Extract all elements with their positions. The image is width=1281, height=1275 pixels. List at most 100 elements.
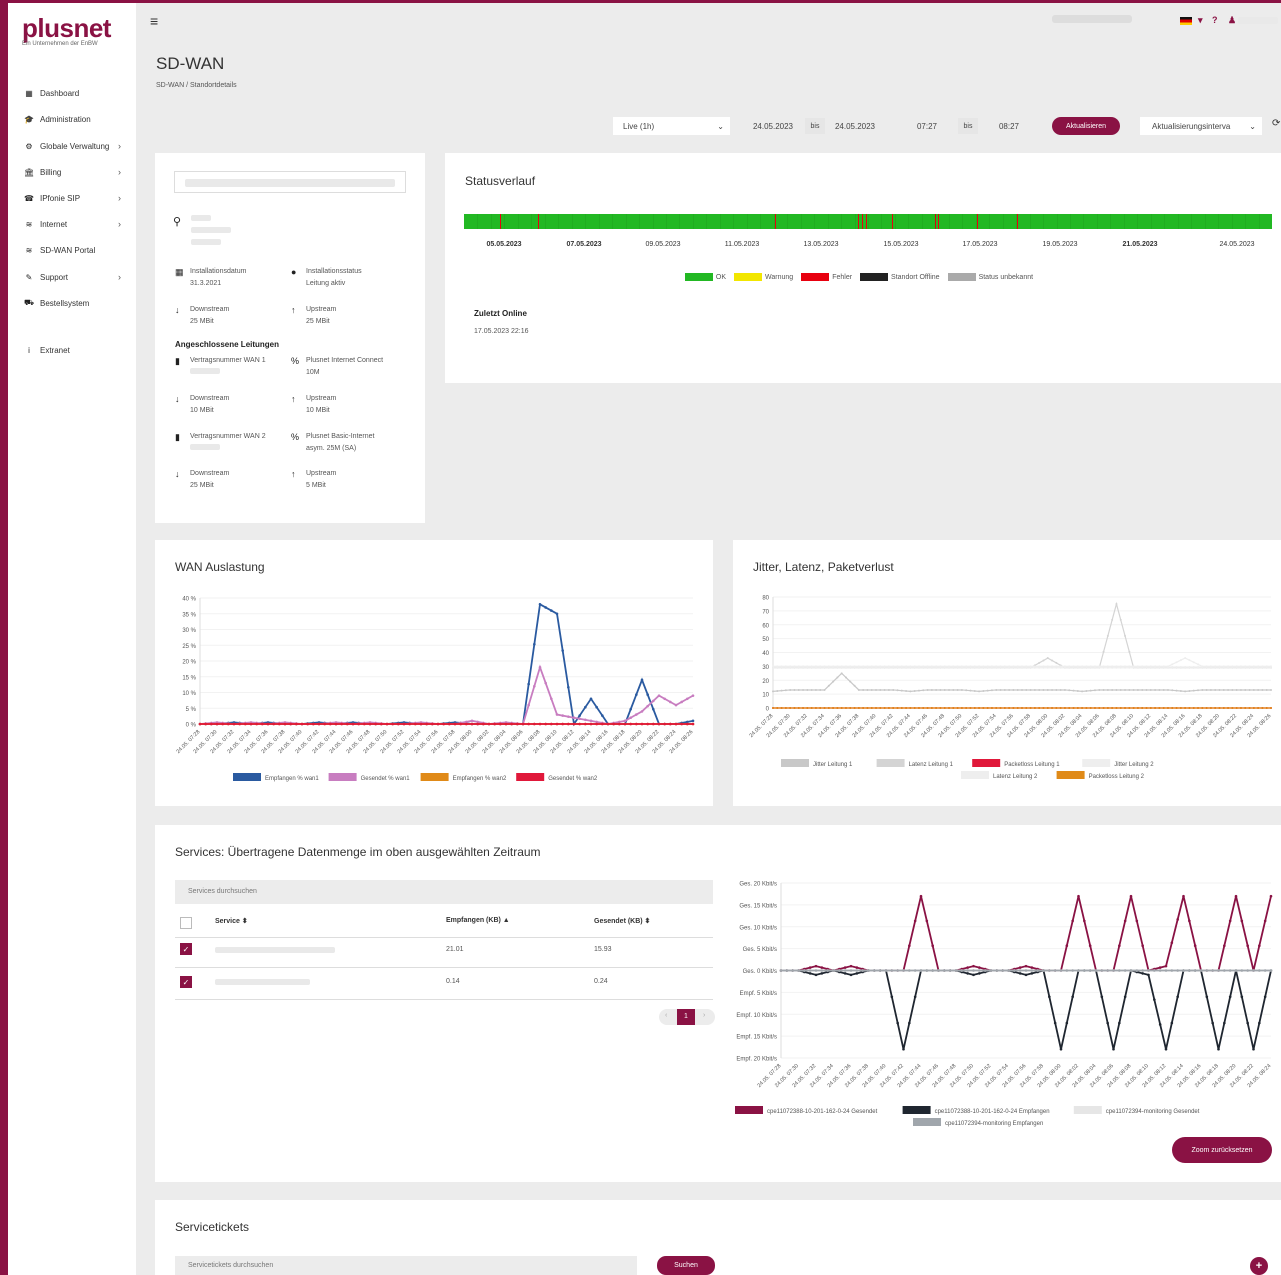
status-error-mark[interactable] [938,214,940,229]
data-point [1029,688,1032,691]
status-legend-item[interactable]: Standort Offline [860,273,940,281]
next-page-button[interactable]: › [703,1012,705,1019]
plusnet-logo[interactable]: plusnet [22,13,111,44]
data-point [1270,707,1272,709]
wan-usage-chart[interactable]: 40 %35 %30 %25 %20 %15 %10 %5 %0 %24.05.… [155,540,713,806]
status-error-mark[interactable] [892,214,894,229]
prev-page-button[interactable]: ‹ [665,1012,667,1019]
user-icon[interactable]: ♟ [1228,15,1236,26]
data-point [1059,688,1062,691]
column-sent[interactable]: Gesendet (KB) ⬍ [594,917,650,925]
row-checkbox[interactable]: ✓ [180,943,192,955]
column-service[interactable]: Service ⬍ [215,917,248,925]
sidebar-item-ipfonie-sip[interactable]: ☎ IPfonie SIP › [8,188,136,208]
y-tick-label: Ges. 10 Kbit/s [739,925,777,931]
sidebar-item-globale-verwaltung[interactable]: ⚙ Globale Verwaltung › [8,136,136,156]
sidebar-item-billing[interactable]: 🏛 Billing › [8,162,136,182]
status-error-mark[interactable] [775,214,777,229]
status-error-mark[interactable] [865,214,867,229]
status-error-mark[interactable] [977,214,979,229]
time-from-input[interactable]: 07:27 [898,117,956,135]
data-point [646,693,649,696]
data-point [1016,707,1019,709]
data-point [1244,707,1247,709]
data-point [1162,707,1165,709]
data-point [232,722,236,726]
status-legend-item[interactable]: Warnung [734,273,793,281]
tickets-search-input[interactable]: Servicetickets durchsuchen [175,1256,637,1275]
date-to-input[interactable]: 24.05.2023 [826,117,884,135]
data-point [1025,665,1028,668]
data-point [1088,944,1092,948]
data-point [1072,707,1075,709]
data-point [1123,995,1127,999]
sidebar-item-bestellsystem[interactable]: ⛟ Bestellsystem [8,293,136,313]
data-point [943,707,946,709]
select-all-checkbox[interactable] [180,917,192,929]
status-error-mark[interactable] [500,214,502,229]
data-point [1176,918,1179,921]
date-from-input[interactable]: 24.05.2023 [742,117,804,135]
series-line-gesendet-wan1 [199,664,694,725]
row-checkbox[interactable]: ✓ [180,976,192,988]
data-point [1094,969,1098,972]
sidebar-item-dashboard[interactable]: ▦ Dashboard [8,83,136,103]
chevron-down-icon[interactable]: ▾ [1198,15,1203,26]
sidebar-item-support[interactable]: ✎ Support › [8,267,136,287]
sidebar-item-administration[interactable]: 🎓 Administration [8,109,136,129]
refresh-interval-select[interactable]: Aktualisierungsinterva ⌄ [1140,117,1262,135]
status-segment-divider [598,214,600,229]
status-legend-item[interactable]: OK [684,273,726,281]
interval-value: Aktualisierungsinterva [1152,121,1231,131]
help-icon[interactable]: ? [1212,15,1218,25]
data-point [986,689,989,692]
refresh-icon[interactable]: ⟳ [1272,118,1280,129]
data-point [555,722,559,726]
data-point [857,688,860,691]
status-error-mark[interactable] [861,214,863,229]
status-history-card: Statusverlauf 05.05.2023 07.05.2023 09.05.… [445,153,1281,383]
status-error-mark[interactable] [858,214,860,229]
data-point [1115,665,1118,668]
menu-toggle-icon[interactable]: ≡ [150,13,158,29]
page-1-button[interactable]: 1 [677,1009,695,1025]
tickets-search-button[interactable]: Suchen [657,1256,715,1275]
data-point [1059,1047,1063,1051]
add-ticket-button[interactable]: + [1250,1257,1268,1275]
site-name-field[interactable] [174,171,406,193]
sidebar-item-extranet[interactable]: i Extranet [8,340,136,360]
range-select[interactable]: Live (1h) ⌄ [613,117,730,135]
data-point [691,694,695,697]
data-point [1042,707,1045,709]
data-point [1239,707,1242,709]
data-point [1076,690,1079,693]
status-error-mark[interactable] [538,214,540,229]
jitter-chart[interactable]: 8070605040302010024.05. 07:2824.05. 07:3… [733,540,1281,806]
data-point [780,707,783,709]
breadcrumb[interactable]: SD-WAN / Standortdetails [156,82,237,89]
services-search-input[interactable]: Services durchsuchen [175,880,713,904]
data-point [691,722,695,726]
sidebar-item-internet[interactable]: ≋ Internet › [8,214,136,234]
data-point [1106,688,1109,691]
zoom-reset-button[interactable]: Zoom zurücksetzen [1172,1137,1272,1163]
sidebar-item-label: Dashboard [40,88,80,98]
column-received[interactable]: Empfangen (KB) ▲ [446,917,510,924]
sidebar-item-sd-wan-portal[interactable]: ≋ SD-WAN Portal [8,240,136,260]
data-point [896,689,899,692]
data-point [1115,707,1118,709]
update-button[interactable]: Aktualisieren [1052,117,1120,135]
downstream-value: 25 MBit [190,318,214,325]
y-tick-label: 0 % [186,723,197,729]
status-timeline-bar[interactable] [464,214,1272,229]
data-point [890,995,894,999]
status-legend-item[interactable]: Status unbekannt [947,273,1033,281]
data-point [1257,688,1260,691]
series-line-cpe11072388-10-201-162-0-24-empfangen [781,969,1272,1050]
german-flag-icon[interactable] [1180,17,1192,25]
status-legend-item[interactable]: Fehler [801,273,852,281]
data-point [555,713,559,716]
services-traffic-chart[interactable]: Ges. 20 Kbit/s Ges. 15 Kbit/s Ges. 10 Kbit… [721,870,1281,1150]
time-to-input[interactable]: 08:27 [980,117,1038,135]
status-segment-divider [1204,214,1206,229]
